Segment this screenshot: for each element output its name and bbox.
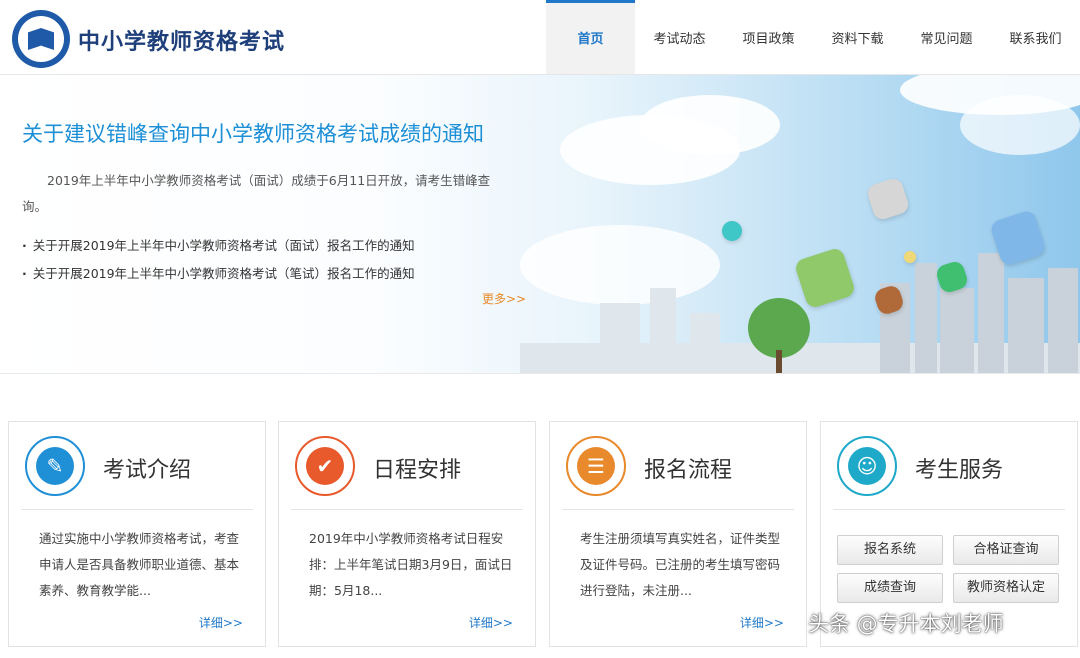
score-query-button[interactable]: 成绩查询 <box>837 573 943 603</box>
nav-exam-news[interactable]: 考试动态 <box>635 0 724 74</box>
site-header: 中小学教师资格考试 首页 考试动态 项目政策 资料下载 常见问题 联系我们 <box>0 0 1080 75</box>
card-more-link[interactable]: 详细>> <box>740 614 784 631</box>
card-title: 日程安排 <box>373 458 462 483</box>
form-icon: ☰ <box>566 436 626 496</box>
card-title: 报名流程 <box>644 458 733 483</box>
main-nav: 首页 考试动态 项目政策 资料下载 常见问题 联系我们 <box>546 0 1080 74</box>
card-exam-intro: ✎ 考试介绍 通过实施中小学教师资格考试，考查申请人是否具备教师职业道德、基本素… <box>8 421 266 647</box>
registration-system-button[interactable]: 报名系统 <box>837 535 943 565</box>
nav-faq[interactable]: 常见问题 <box>902 0 991 74</box>
more-news-link[interactable]: 更多>> <box>482 290 526 307</box>
watermark-text: 头条 @专升本刘老师 <box>808 612 1004 636</box>
card-schedule: ✔ 日程安排 2019年中小学教师资格考试日程安排：上半年笔试日期3月9日，面试… <box>278 421 536 647</box>
headline-summary: 2019年上半年中小学教师资格考试（面试）成绩于6月11日开放，请考生错峰查询。 <box>22 173 491 214</box>
nav-home[interactable]: 首页 <box>546 0 635 74</box>
card-registration: ☰ 报名流程 考生注册须填写真实姓名，证件类型及证件号码。已注册的考生填写密码进… <box>549 421 807 647</box>
card-text: 2019年中小学教师资格考试日程安排：上半年笔试日期3月9日，面试日期：5月18… <box>309 531 513 598</box>
card-more-link[interactable]: 详细>> <box>469 614 513 631</box>
nav-contact[interactable]: 联系我们 <box>991 0 1080 74</box>
card-text: 通过实施中小学教师资格考试，考查申请人是否具备教师职业道德、基本素养、教育教学能… <box>39 531 240 598</box>
teacher-certification-button[interactable]: 教师资格认定 <box>953 573 1059 603</box>
card-text: 考生注册须填写真实姓名，证件类型及证件号码。已注册的考生填写密码进行登陆，未注册… <box>580 531 781 598</box>
card-more-link[interactable]: 详细>> <box>199 614 243 631</box>
document-icon: ✎ <box>25 436 85 496</box>
news-item[interactable]: 关于开展2019年上半年中小学教师资格考试（面试）报名工作的通知 <box>22 232 522 260</box>
news-item[interactable]: 关于开展2019年上半年中小学教师资格考试（笔试）报名工作的通知 <box>22 260 522 288</box>
news-banner: 关于建议错峰查询中小学教师资格考试成绩的通知 2019年上半年中小学教师资格考试… <box>0 75 1080 374</box>
news-list: 关于开展2019年上半年中小学教师资格考试（面试）报名工作的通知 关于开展201… <box>22 232 522 288</box>
headline-link[interactable]: 关于建议错峰查询中小学教师资格考试成绩的通知 <box>22 118 484 148</box>
nav-policy[interactable]: 项目政策 <box>724 0 813 74</box>
site-logo-icon[interactable] <box>12 10 70 68</box>
nav-downloads[interactable]: 资料下载 <box>813 0 902 74</box>
card-title: 考试介绍 <box>103 458 192 483</box>
card-title: 考生服务 <box>915 458 1004 483</box>
certificate-query-button[interactable]: 合格证查询 <box>953 535 1059 565</box>
site-title[interactable]: 中小学教师资格考试 <box>78 24 285 56</box>
contact-book-icon: ☺ <box>837 436 897 496</box>
checkmark-icon: ✔ <box>295 436 355 496</box>
